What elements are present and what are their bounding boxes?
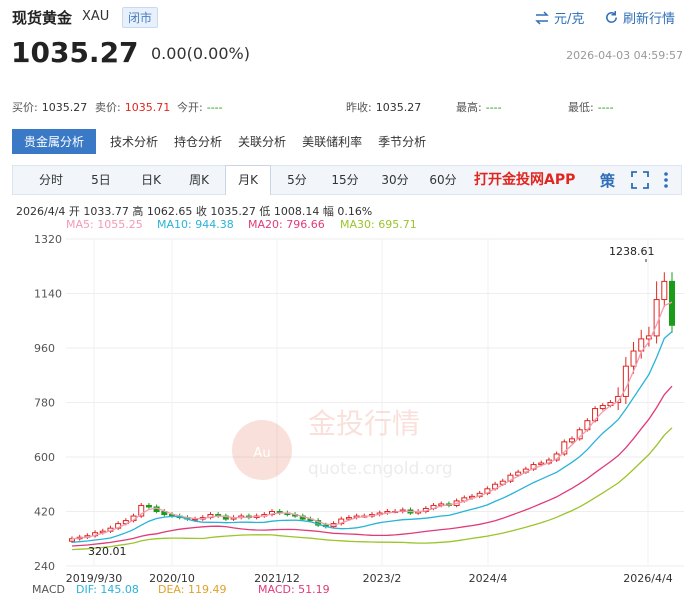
stat-0: 买价: 1035.27 [12, 99, 87, 115]
unit-label: 元/克 [554, 12, 585, 27]
period-tab-monthly[interactable]: 月K [225, 165, 271, 195]
candlestick-chart[interactable]: Au 金投行情 quote.cngold.org 240 420 600 780 960… [0, 230, 693, 589]
y-tick-label: 600 [34, 451, 55, 464]
stat-3: 昨收: 1035.27 [346, 99, 421, 115]
instrument-title: 现货黄金 [12, 9, 73, 27]
price-change: 0.00(0.00%) [151, 44, 250, 63]
period-tab-5day[interactable]: 5日 [81, 166, 121, 194]
stat-value: 1035.27 [375, 101, 422, 114]
watermark-url: quote.cngold.org [308, 459, 453, 479]
candle-body [145, 504, 152, 508]
refresh-button[interactable]: 刷新行情 [604, 8, 675, 27]
period-tab-5min[interactable]: 5分 [279, 166, 315, 194]
stat-value: ---- [597, 101, 614, 114]
y-tick-label: 780 [34, 397, 55, 410]
period-tab-daily[interactable]: 日K [131, 166, 171, 194]
stat-label: 卖价: [95, 101, 121, 114]
candle-body [661, 280, 668, 301]
period-tab-30min[interactable]: 30分 [377, 166, 413, 194]
x-axis: 2019/9/30 2020/10 2021/12 2023/2 2024/4 2026/… [66, 572, 673, 585]
stat-value: ---- [485, 101, 502, 114]
period-tab-weekly[interactable]: 周K [179, 166, 219, 194]
period-toolbar: 分时 5日 日K 周K 月K 5分 15分 30分 60分 打开金投网APP 策 [12, 165, 682, 195]
watermark: Au 金投行情 quote.cngold.org [232, 407, 453, 480]
open-app-link[interactable]: 打开金投网APP [474, 166, 575, 194]
tab-technical-analysis[interactable]: 技术分析 [110, 133, 158, 150]
stat-label: 最高: [456, 101, 482, 114]
stat-4: 最高: ---- [456, 99, 502, 115]
refresh-label: 刷新行情 [623, 12, 676, 27]
chart-grid [66, 238, 684, 567]
ohlc-readout: 2026/4/4 开 1033.77 高 1062.65 收 1035.27 低… [16, 205, 373, 218]
watermark-brand: 金投行情 [308, 407, 420, 440]
stat-label: 买价: [12, 101, 38, 114]
ma-line-ma30 [71, 427, 673, 551]
refresh-icon [606, 10, 617, 23]
tab-seasonal-analysis[interactable]: 季节分析 [378, 133, 426, 150]
fullscreen-icon[interactable] [631, 171, 649, 193]
y-tick-label: 1320 [34, 233, 62, 246]
stat-value: 1035.71 [124, 101, 171, 114]
current-price: 1035.27 [11, 36, 139, 69]
y-tick-label: 1140 [34, 288, 62, 301]
strategy-button[interactable]: 策 [600, 170, 615, 191]
candle-body [630, 350, 637, 367]
y-axis: 240 420 600 780 960 1140 1320 [34, 233, 62, 573]
max-annotation: 1238.61 [609, 245, 655, 258]
x-tick-label: 2023/2 [363, 572, 402, 585]
candle-body [569, 438, 575, 443]
dif-label: DIF: 145.08 [76, 583, 139, 596]
stat-value: 1035.27 [41, 101, 88, 114]
stat-label: 今开: [177, 101, 203, 114]
tab-fed-rate[interactable]: 美联储利率 [302, 133, 362, 150]
stat-2: 今开: ---- [177, 99, 223, 115]
tab-correlation-analysis[interactable]: 关联分析 [238, 133, 286, 150]
analysis-tabs: 贵金属分析 技术分析 持仓分析 关联分析 美联储利率 季节分析 [12, 128, 442, 154]
x-tick-label: 2026/4/4 [623, 572, 672, 585]
watermark-logo-text: Au [253, 446, 270, 461]
y-tick-label: 960 [34, 342, 55, 355]
stat-1: 卖价: 1035.71 [95, 99, 170, 115]
macd-value-label: MACD: 51.19 [258, 583, 330, 596]
period-tab-60min[interactable]: 60分 [425, 166, 461, 194]
period-tab-intraday[interactable]: 分时 [31, 166, 71, 194]
more-vertical-icon[interactable] [663, 171, 669, 193]
tab-precious-metal-analysis[interactable]: 贵金属分析 [12, 128, 97, 154]
market-status-badge: 闭市 [122, 7, 159, 28]
stat-label: 昨收: [346, 101, 372, 114]
candle-body [653, 299, 660, 337]
instrument-code: XAU [82, 9, 110, 24]
dea-label: DEA: 119.49 [158, 583, 227, 596]
quote-timestamp: 2026-04-03 04:59:57 [566, 49, 683, 62]
stat-5: 最低: ---- [568, 99, 614, 115]
stat-value: ---- [206, 101, 223, 114]
y-tick-label: 240 [34, 560, 55, 573]
tab-position-analysis[interactable]: 持仓分析 [174, 133, 222, 150]
swap-icon [535, 10, 549, 25]
macd-label: MACD [32, 583, 65, 596]
min-annotation: 320.01 [88, 545, 127, 558]
x-tick-label: 2024/4 [469, 572, 508, 585]
y-tick-label: 420 [34, 506, 55, 519]
candle-body [599, 405, 606, 410]
period-tab-15min[interactable]: 15分 [327, 166, 363, 194]
unit-toggle-button[interactable]: 元/克 [534, 8, 584, 27]
stat-label: 最低: [568, 101, 594, 114]
